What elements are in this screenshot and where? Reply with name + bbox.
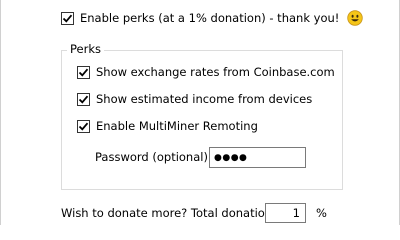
multiminer-remoting-check-box[interactable] — [77, 119, 90, 133]
estimated-income-check-box[interactable] — [77, 92, 90, 106]
perks-settings-panel: Enable perks (at a 1% donation) - thank … — [0, 0, 400, 225]
password-masked-value: ●●●● — [214, 152, 248, 163]
coinbase-rates-check-box[interactable] — [77, 65, 90, 79]
estimated-income-checkbox[interactable]: Show estimated income from devices — [77, 92, 312, 106]
perks-group-title: Perks — [67, 42, 104, 56]
smiley-icon — [347, 10, 364, 26]
coinbase-rates-checkbox[interactable]: Show exchange rates from Coinbase.com — [77, 65, 335, 79]
checkmark-icon — [78, 122, 89, 131]
enable-perks-checkbox[interactable]: Enable perks (at a 1% donation) - thank … — [61, 10, 364, 26]
multiminer-remoting-label: Enable MultiMiner Remoting — [96, 119, 258, 133]
password-input[interactable]: ●●●● — [209, 147, 306, 168]
checkmark-icon — [78, 95, 89, 104]
enable-perks-label: Enable perks (at a 1% donation) - thank … — [80, 11, 340, 25]
estimated-income-label: Show estimated income from devices — [96, 92, 313, 106]
coinbase-rates-label: Show exchange rates from Coinbase.com — [96, 65, 335, 79]
donation-unit-label: % — [316, 206, 327, 220]
enable-perks-check-box[interactable] — [61, 11, 74, 25]
multiminer-remoting-checkbox[interactable]: Enable MultiMiner Remoting — [77, 119, 258, 133]
donation-label: Wish to donate more? Total donation: — [61, 206, 276, 220]
password-label: Password (optional): — [95, 150, 212, 164]
checkmark-icon — [78, 68, 89, 77]
donation-percent-input[interactable]: 1 — [265, 203, 306, 223]
checkmark-icon — [62, 14, 73, 23]
